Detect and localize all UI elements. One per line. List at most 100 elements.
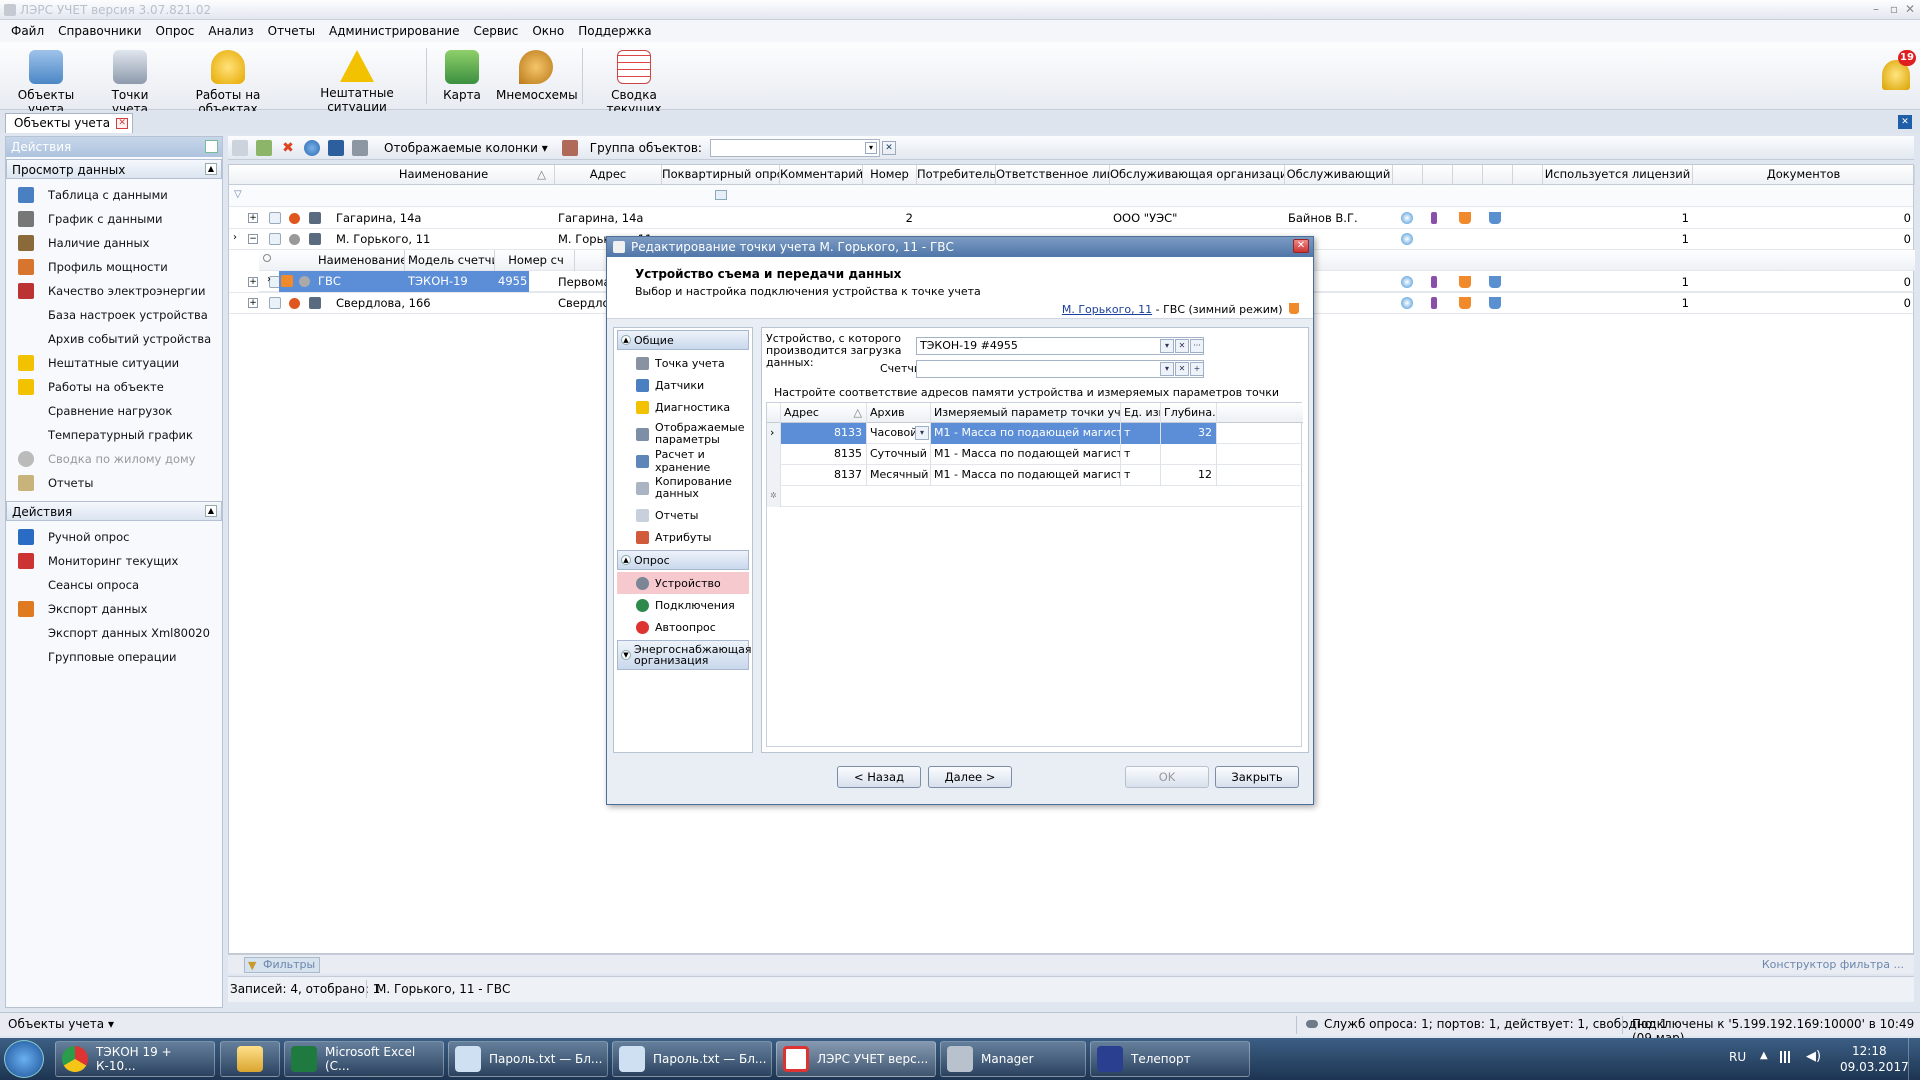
- chevron-down-icon[interactable]: ▾: [1160, 362, 1174, 376]
- detail-col-header[interactable]: Номер сч: [495, 250, 575, 271]
- col-header-servicer[interactable]: Обслуживающий: [1285, 165, 1393, 185]
- sidebar-item[interactable]: Наличие данных: [6, 231, 222, 255]
- next-button[interactable]: Далее >: [928, 766, 1012, 788]
- col-header-archive[interactable]: Архив: [867, 403, 931, 423]
- sidebar-item[interactable]: Ручной опрос: [6, 525, 222, 549]
- ribbon-mnemo-button[interactable]: Мнемосхемы: [496, 46, 578, 108]
- new-row[interactable]: ✲: [767, 486, 1303, 507]
- menu-poll[interactable]: Опрос: [149, 24, 202, 38]
- col-header-unit[interactable]: Ед. изм.: [1121, 403, 1161, 423]
- clear-meter-icon[interactable]: ✕: [1175, 362, 1189, 376]
- sidebar-group-actions[interactable]: Действия ▲: [6, 501, 222, 521]
- chevron-down-icon[interactable]: ▾: [1160, 339, 1174, 353]
- dialog-close-icon[interactable]: ✕: [1293, 239, 1309, 253]
- nav-item[interactable]: Диагностика: [614, 396, 752, 418]
- task-manager[interactable]: Manager: [940, 1041, 1086, 1077]
- nav-item[interactable]: Копирование данных: [614, 472, 752, 504]
- clear-group-icon[interactable]: ✕: [881, 140, 896, 155]
- network-icon[interactable]: [1780, 1051, 1794, 1063]
- print-icon[interactable]: [352, 139, 368, 156]
- menu-dictionaries[interactable]: Справочники: [51, 24, 148, 38]
- start-button[interactable]: [4, 1040, 44, 1078]
- grid-filter-row[interactable]: ▽: [229, 185, 1913, 207]
- mapping-row[interactable]: 8137Месячный а...M1 - Масса по подающей …: [767, 465, 1303, 486]
- task-chrome[interactable]: ТЭКОН 19 + К-10...: [55, 1041, 215, 1077]
- checkbox[interactable]: [269, 297, 281, 309]
- close-icon[interactable]: ✕: [1902, 2, 1918, 16]
- detail-col-header[interactable]: Модель счетчика: [405, 250, 495, 271]
- settings-icon[interactable]: [561, 139, 578, 156]
- collapse-icon[interactable]: ▲: [205, 505, 217, 517]
- clock-date[interactable]: 09.03.2017: [1840, 1060, 1909, 1074]
- col-header-documents[interactable]: Документов: [1693, 165, 1915, 185]
- sidebar-item[interactable]: Экспорт данных: [6, 597, 222, 621]
- mapping-row[interactable]: 8135Суточный а...M1 - Масса по подающей …: [767, 444, 1303, 465]
- menu-reports[interactable]: Отчеты: [261, 24, 322, 38]
- col-header-param[interactable]: Измеряемый параметр точки учета: [931, 403, 1121, 423]
- menu-window[interactable]: Окно: [525, 24, 571, 38]
- clock-time[interactable]: 12:18: [1852, 1044, 1887, 1058]
- cell-archive[interactable]: Суточный а...: [867, 444, 931, 465]
- group-select[interactable]: ▾: [709, 138, 880, 157]
- sidebar-item[interactable]: Таблица с данными: [6, 183, 222, 207]
- sidebar-item[interactable]: Качество электроэнергии: [6, 279, 222, 303]
- collapse-icon[interactable]: ▲: [621, 335, 631, 345]
- minimize-icon[interactable]: –: [1868, 2, 1884, 16]
- sidebar-group-view-data[interactable]: Просмотр данных ▲: [6, 159, 222, 179]
- sidebar-item[interactable]: Отчеты: [6, 471, 222, 495]
- task-teleport[interactable]: Телепорт: [1090, 1041, 1250, 1077]
- col-header-service-org[interactable]: Обслуживающая организация: [1110, 165, 1285, 185]
- checkbox[interactable]: [269, 212, 281, 224]
- task-explorer[interactable]: [220, 1041, 280, 1077]
- expand-icon[interactable]: ▼: [621, 650, 631, 660]
- nav-item[interactable]: Атрибуты: [614, 526, 752, 548]
- maximize-icon[interactable]: ▫: [1886, 2, 1902, 16]
- sidebar-item[interactable]: База настроек устройства: [6, 303, 222, 327]
- filter-constructor-link[interactable]: Конструктор фильтра ...: [1762, 958, 1904, 971]
- back-button[interactable]: < Назад: [837, 766, 921, 788]
- delete-icon[interactable]: ✖: [280, 140, 296, 156]
- chevron-down-icon[interactable]: ▾: [915, 426, 929, 440]
- col-header-apartment-poll[interactable]: Поквартирный опрос: [662, 165, 780, 185]
- new-icon[interactable]: [232, 139, 248, 156]
- menu-support[interactable]: Поддержка: [571, 24, 658, 38]
- col-header-depth[interactable]: Глубина...: [1161, 403, 1217, 423]
- expand-icon[interactable]: +: [248, 213, 258, 223]
- task-notepad-1[interactable]: Пароль.txt — Бл...: [448, 1041, 608, 1077]
- ribbon-works-button[interactable]: Работы на объектах: [171, 46, 285, 116]
- current-view-dropdown[interactable]: Объекты учета ▾: [8, 1017, 114, 1031]
- nav-item[interactable]: Отображаемые параметры: [614, 418, 752, 450]
- menu-file[interactable]: Файл: [4, 24, 51, 38]
- nav-group-energy-org[interactable]: ▼ Энергоснабжающая организация: [617, 640, 752, 670]
- task-excel[interactable]: Microsoft Excel (С...: [284, 1041, 444, 1077]
- nav-item[interactable]: Устройство: [617, 572, 749, 594]
- task-notepad-2[interactable]: Пароль.txt — Бл...: [612, 1041, 772, 1077]
- show-desktop-button[interactable]: [1908, 1038, 1920, 1080]
- ribbon-incidents-button[interactable]: Нештатные ситуации: [295, 46, 419, 114]
- nav-item[interactable]: Подключения: [614, 594, 752, 616]
- nav-group-poll[interactable]: ▲ Опрос: [617, 550, 749, 570]
- expand-icon[interactable]: −: [248, 234, 258, 244]
- sidebar-item[interactable]: Сравнение нагрузок: [6, 399, 222, 423]
- volume-icon[interactable]: ◀): [1806, 1049, 1821, 1064]
- col-header-addr[interactable]: Адрес △: [781, 403, 867, 423]
- tray-arrow-icon[interactable]: ▲: [1760, 1050, 1768, 1061]
- sidebar-item[interactable]: Профиль мощности: [6, 255, 222, 279]
- checkbox[interactable]: [269, 233, 281, 245]
- col-header-name[interactable]: Наименование △: [333, 165, 555, 185]
- ribbon-objects-button[interactable]: Объекты учета: [4, 46, 88, 116]
- sidebar-item[interactable]: Групповые операции: [6, 645, 222, 669]
- sidebar-item[interactable]: Архив событий устройства: [6, 327, 222, 351]
- sidebar-item[interactable]: Мониторинг текущих: [6, 549, 222, 573]
- cell-archive[interactable]: Месячный а...: [867, 465, 931, 486]
- detail-col-header[interactable]: Наименование: [315, 250, 405, 271]
- sidebar-item[interactable]: Нештатные ситуации: [6, 351, 222, 375]
- col-header-consumer[interactable]: Потребитель: [917, 165, 996, 185]
- col-header-licenses[interactable]: Используется лицензий: [1543, 165, 1693, 185]
- nav-item[interactable]: Датчики: [614, 374, 752, 396]
- menu-admin[interactable]: Администрирование: [322, 24, 466, 38]
- tab-objects[interactable]: Объекты учета ✕: [5, 113, 134, 133]
- col-header-responsible[interactable]: Ответственное лицо: [996, 165, 1110, 185]
- ribbon-summary-button[interactable]: Сводка текущих: [588, 46, 680, 116]
- task-lers[interactable]: ЛЭРС УЧЕТ верс...: [776, 1041, 936, 1077]
